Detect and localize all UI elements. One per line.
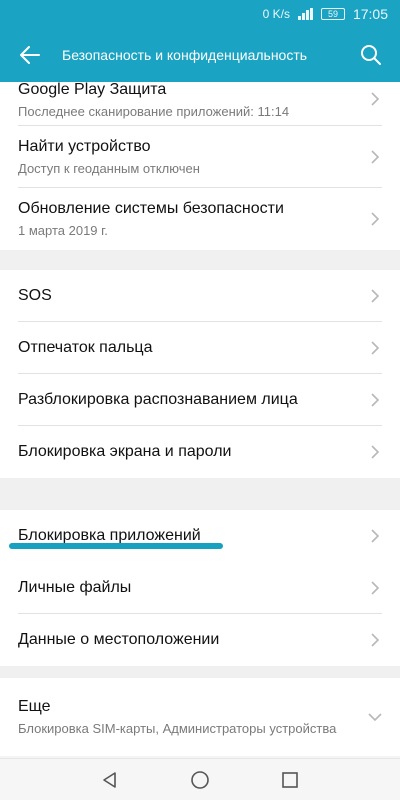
chevron-down-icon bbox=[368, 710, 382, 724]
item-title: Еще bbox=[18, 698, 51, 715]
list-item-screen-lock[interactable]: Блокировка экрана и пароли bbox=[0, 426, 400, 478]
nav-recents-button[interactable] bbox=[276, 766, 304, 794]
item-title: Блокировка экрана и пароли bbox=[18, 443, 232, 460]
chevron-right-icon bbox=[368, 150, 382, 164]
list-item-fingerprint[interactable]: Отпечаток пальца bbox=[0, 322, 400, 374]
list-item-face-unlock[interactable]: Разблокировка распознаванием лица bbox=[0, 374, 400, 426]
group-gap bbox=[0, 250, 400, 270]
list-item-security-update[interactable]: Обновление системы безопасности 1 марта … bbox=[0, 188, 400, 250]
item-subtitle: Последнее сканирование приложений: 11:14 bbox=[18, 104, 290, 119]
nav-home-button[interactable] bbox=[186, 766, 214, 794]
signal-icon bbox=[297, 8, 313, 20]
highlight-underline bbox=[9, 543, 223, 549]
chevron-right-icon bbox=[368, 289, 382, 303]
nav-home-circle-icon bbox=[191, 770, 209, 789]
item-title: Личные файлы bbox=[18, 579, 132, 596]
nav-recents-square-icon bbox=[282, 771, 298, 788]
item-title: Обновление системы безопасности bbox=[18, 200, 284, 217]
nav-back-button[interactable] bbox=[96, 766, 124, 794]
list-item-location[interactable]: Данные о местоположении bbox=[0, 614, 400, 666]
list-item-more[interactable]: Еще Блокировка SIM-карты, Администраторы… bbox=[0, 678, 400, 756]
group-gap bbox=[0, 478, 400, 510]
nav-back-triangle-icon bbox=[103, 771, 116, 788]
status-bar: 0 K/s 59 17:05 bbox=[0, 0, 400, 28]
settings-group-security: Google Play Защита Последнее сканировани… bbox=[0, 82, 400, 250]
arrow-left-icon bbox=[20, 46, 40, 64]
item-title: Данные о местоположении bbox=[18, 631, 220, 648]
back-button[interactable] bbox=[0, 28, 60, 82]
battery-level: 59 bbox=[327, 9, 338, 19]
settings-group-unlock: SOS Отпечаток пальца Разблокировка распо… bbox=[0, 270, 400, 478]
battery-icon: 59 bbox=[320, 8, 345, 20]
chevron-right-icon bbox=[368, 393, 382, 407]
settings-list: Google Play Защита Последнее сканировани… bbox=[0, 82, 400, 758]
navigation-bar bbox=[0, 758, 400, 800]
page-title: Безопасность и конфиденциальность bbox=[62, 47, 308, 63]
chevron-right-icon bbox=[368, 581, 382, 595]
search-button[interactable] bbox=[342, 28, 400, 82]
chevron-right-icon bbox=[368, 633, 382, 647]
status-time: 17:05 bbox=[352, 6, 388, 22]
item-title: Google Play Защита bbox=[18, 82, 167, 98]
list-item-app-lock[interactable]: Блокировка приложений bbox=[0, 510, 400, 562]
chevron-right-icon bbox=[368, 212, 382, 226]
search-icon bbox=[361, 45, 381, 65]
header: 0 K/s 59 17:05 Безопасность и конфиденци… bbox=[0, 0, 400, 82]
chevron-right-icon bbox=[368, 445, 382, 459]
list-item-google-play-protect[interactable]: Google Play Защита Последнее сканировани… bbox=[0, 82, 400, 126]
chevron-right-icon bbox=[368, 92, 382, 106]
list-item-sos[interactable]: SOS bbox=[0, 270, 400, 322]
settings-group-privacy: Блокировка приложений Личные файлы Данны… bbox=[0, 510, 400, 666]
item-title: Разблокировка распознаванием лица bbox=[18, 391, 298, 408]
app-bar: Безопасность и конфиденциальность bbox=[0, 28, 400, 82]
chevron-right-icon bbox=[368, 341, 382, 355]
item-title: Найти устройство bbox=[18, 138, 151, 155]
list-item-find-device[interactable]: Найти устройство Доступ к геоданным откл… bbox=[0, 126, 400, 188]
item-title: Отпечаток пальца bbox=[18, 339, 153, 356]
item-title: SOS bbox=[18, 287, 52, 304]
item-subtitle: 1 марта 2019 г. bbox=[18, 223, 108, 238]
group-gap bbox=[0, 666, 400, 678]
net-speed: 0 K/s bbox=[262, 7, 290, 21]
item-subtitle: Доступ к геоданным отключен bbox=[18, 161, 200, 176]
settings-group-more: Еще Блокировка SIM-карты, Администраторы… bbox=[0, 678, 400, 756]
item-subtitle: Блокировка SIM-карты, Администраторы уст… bbox=[18, 721, 337, 736]
chevron-right-icon bbox=[368, 529, 382, 543]
list-item-private-files[interactable]: Личные файлы bbox=[0, 562, 400, 614]
